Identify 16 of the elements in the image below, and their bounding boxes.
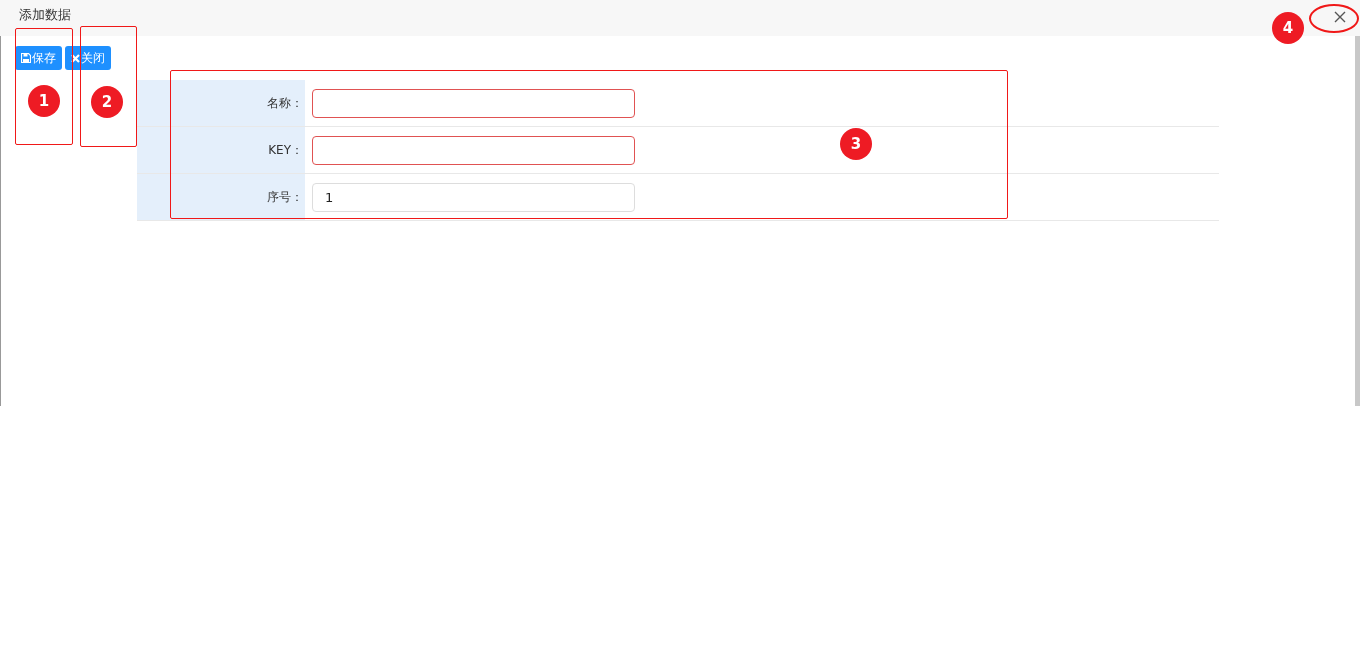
input-field[interactable]: 1 xyxy=(312,182,635,212)
annotation-badge: 3 xyxy=(840,128,872,160)
close-icon xyxy=(71,53,80,63)
field-label: 名称： xyxy=(267,94,303,112)
input-field[interactable] xyxy=(312,135,635,165)
field-label: 序号： xyxy=(267,188,303,206)
close-icon[interactable] xyxy=(1334,11,1346,23)
close-button[interactable]: 关闭 xyxy=(65,46,111,70)
annotation-ellipse xyxy=(1309,4,1359,33)
annotation-badge: 2 xyxy=(91,86,123,118)
annotation-badge: 4 xyxy=(1272,12,1304,44)
window-title: 添加数据 xyxy=(19,6,71,24)
annotation-badge: 1 xyxy=(28,85,60,117)
save-button[interactable]: 保存 xyxy=(15,46,62,70)
input-field[interactable] xyxy=(312,88,635,118)
field-label: KEY： xyxy=(268,141,303,159)
